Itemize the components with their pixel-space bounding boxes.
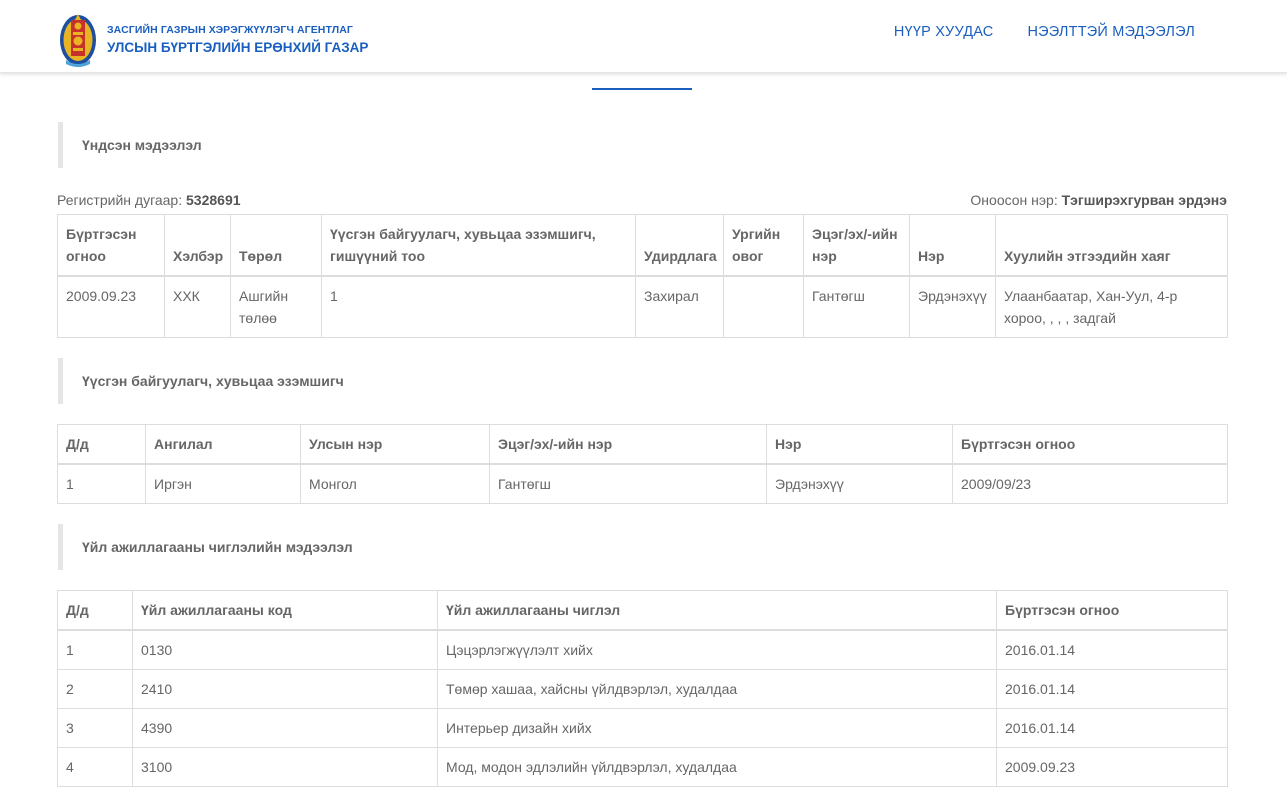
col-index: Д/д [57,590,133,631]
cell-form: ХХК [164,275,231,338]
cell-management: Захирал [635,275,724,338]
table-header-row: Бүртгэсэн огноо Хэлбэр Төрөл Үүсгэн байг… [57,214,1228,277]
col-registered-date: Бүртгэсэн огноо [57,214,165,277]
col-activity-direction: Үйл ажиллагааны чиглэл [437,590,997,631]
cell-type: Ашгийн төлөө [230,275,322,338]
table-row: 4 3100 Мод, модон эдлэлийн үйлдвэрлэл, х… [57,747,1228,787]
registry-row: Регистрийн дугаар: 5328691 Оноосон нэр: … [57,192,1227,210]
cell-activity-code: 3100 [132,747,438,787]
cell-activity-direction: Интерьер дизайн хийх [437,708,997,748]
cell-registered-date: 2016.01.14 [996,669,1228,709]
organization-name-line2: УЛСЫН БҮРТГЭЛИЙН ЕРӨНХИЙ ГАЗАР [107,40,369,55]
organization-name-line1: ЗАСГИЙН ГАЗРЫН ХЭРЭГЖҮҮЛЭГЧ АГЕНТЛАГ [107,24,353,36]
col-index: Д/д [57,424,146,465]
col-management: Удирдлага [635,214,724,277]
cell-index: 2 [57,669,133,709]
activities-table: Д/д Үйл ажиллагааны код Үйл ажиллагааны … [57,590,1228,787]
cell-registered-date: 2009.09.23 [996,747,1228,787]
section-title-activities: Үйл ажиллагааны чиглэлийн мэдээлэл [58,524,458,570]
section-title-basic: Үндсэн мэдээлэл [58,122,358,168]
organization-name[interactable]: ЗАСГИЙН ГАЗРЫН ХЭРЭГЖҮҮЛЭГЧ АГЕНТЛАГ УЛС… [107,24,368,57]
cell-index: 3 [57,708,133,748]
cell-registered-date: 2009/09/23 [952,463,1228,504]
cell-activity-code: 2410 [132,669,438,709]
col-registered-date: Бүртгэсэн огноо [952,424,1228,465]
cell-name: Эрдэнэхүү [766,463,953,504]
site-header: ЗАСГИЙН ГАЗРЫН ХЭРЭГЖҮҮЛЭГЧ АГЕНТЛАГ УЛС… [0,0,1287,73]
cell-patronymic: Гантөгш [489,463,767,504]
cell-activity-code: 4390 [132,708,438,748]
nav-home-link[interactable]: НҮҮР ХУУДАС [894,24,994,40]
cell-activity-direction: Мод, модон эдлэлийн үйлдвэрлэл, худалдаа [437,747,997,787]
cell-activity-direction: Төмөр хашаа, хайсны үйлдвэрлэл, худалдаа [437,669,997,709]
company-name: Оноосон нэр: Тэгширэхгурван эрдэнэ [970,192,1227,208]
col-name: Нэр [909,214,996,277]
col-member-count: Үүсгэн байгуулагч, хувьцаа эзэмшигч, гиш… [321,214,636,277]
col-name: Нэр [766,424,953,465]
registry-number-value: 5328691 [186,192,241,208]
cell-registered-date: 2009.09.23 [57,275,165,338]
soyombo-emblem-icon[interactable] [58,10,98,68]
active-tab-indicator [592,88,692,90]
col-patronymic: Эцэг/эх/-ийн нэр [803,214,910,277]
cell-index: 1 [57,629,133,670]
cell-name: Эрдэнэхүү [909,275,996,338]
col-registered-date: Бүртгэсэн огноо [996,590,1228,631]
col-form: Хэлбэр [164,214,231,277]
cell-registered-date: 2016.01.14 [996,629,1228,670]
cell-category: Иргэн [145,463,301,504]
cell-index: 1 [57,463,146,504]
cell-index: 4 [57,747,133,787]
table-row: 2009.09.23 ХХК Ашгийн төлөө 1 Захирал Га… [57,275,1228,338]
col-patronymic: Эцэг/эх/-ийн нэр [489,424,767,465]
col-category: Ангилал [145,424,301,465]
table-row: 2 2410 Төмөр хашаа, хайсны үйлдвэрлэл, х… [57,669,1228,709]
col-activity-code: Үйл ажиллагааны код [132,590,438,631]
table-header-row: Д/д Ангилал Улсын нэр Эцэг/эх/-ийн нэр Н… [57,424,1228,465]
table-row: 1 Иргэн Монгол Гантөгш Эрдэнэхүү 2009/09… [57,463,1228,504]
cell-patronymic: Гантөгш [803,275,910,338]
main-nav: НҮҮР ХУУДАС НЭЭЛТТЭЙ МЭДЭЭЛЭЛ [894,24,1195,40]
cell-registered-date: 2016.01.14 [996,708,1228,748]
col-address: Хуулийн этгээдийн хаяг [995,214,1228,277]
cell-activity-code: 0130 [132,629,438,670]
founders-table: Д/д Ангилал Улсын нэр Эцэг/эх/-ийн нэр Н… [57,424,1228,504]
cell-clan-name [723,275,804,338]
table-header-row: Д/д Үйл ажиллагааны код Үйл ажиллагааны … [57,590,1228,631]
section-title-founders: Үүсгэн байгуулагч, хувьцаа эзэмшигч [58,358,458,404]
registry-number-label: Регистрийн дугаар: [57,192,183,208]
registry-number: Регистрийн дугаар: 5328691 [57,192,241,208]
cell-activity-direction: Цэцэрлэгжүүлэлт хийх [437,629,997,670]
nav-open-data-link[interactable]: НЭЭЛТТЭЙ МЭДЭЭЛЭЛ [1027,24,1195,40]
basic-info-table: Бүртгэсэн огноо Хэлбэр Төрөл Үүсгэн байг… [57,214,1228,338]
cell-address: Улаанбаатар, Хан-Уул, 4-р хороо, , , , з… [995,275,1228,338]
col-country: Улсын нэр [300,424,490,465]
cell-member-count: 1 [321,275,636,338]
company-name-label: Оноосон нэр: [970,192,1058,208]
col-clan-name: Ургийн овог [723,214,804,277]
company-name-value: Тэгширэхгурван эрдэнэ [1061,192,1227,208]
col-type: Төрөл [230,214,322,277]
table-row: 3 4390 Интерьер дизайн хийх 2016.01.14 [57,708,1228,748]
table-row: 1 0130 Цэцэрлэгжүүлэлт хийх 2016.01.14 [57,629,1228,670]
cell-country: Монгол [300,463,490,504]
